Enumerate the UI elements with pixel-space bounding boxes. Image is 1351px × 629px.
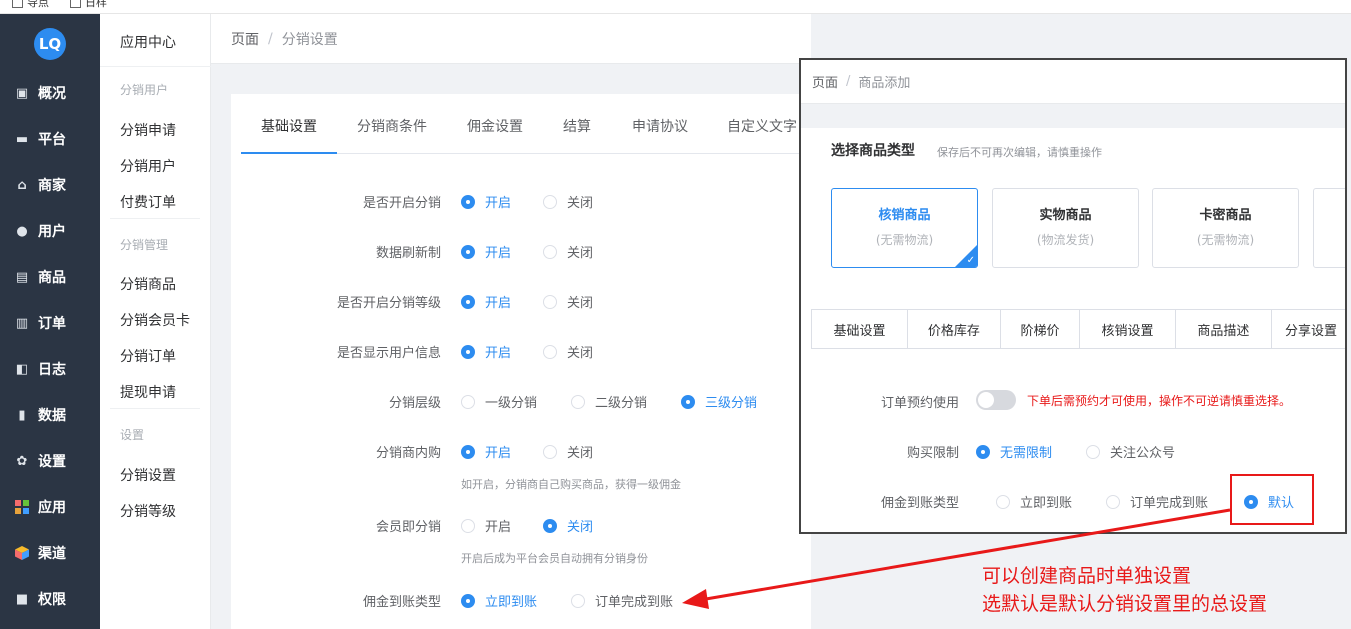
annotation-line-1: 可以创建商品时单独设置 (982, 565, 1192, 587)
annotation-arrow (682, 508, 1231, 609)
annotation-line-2: 选默认是默认分销设置里的总设置 (982, 593, 1268, 615)
